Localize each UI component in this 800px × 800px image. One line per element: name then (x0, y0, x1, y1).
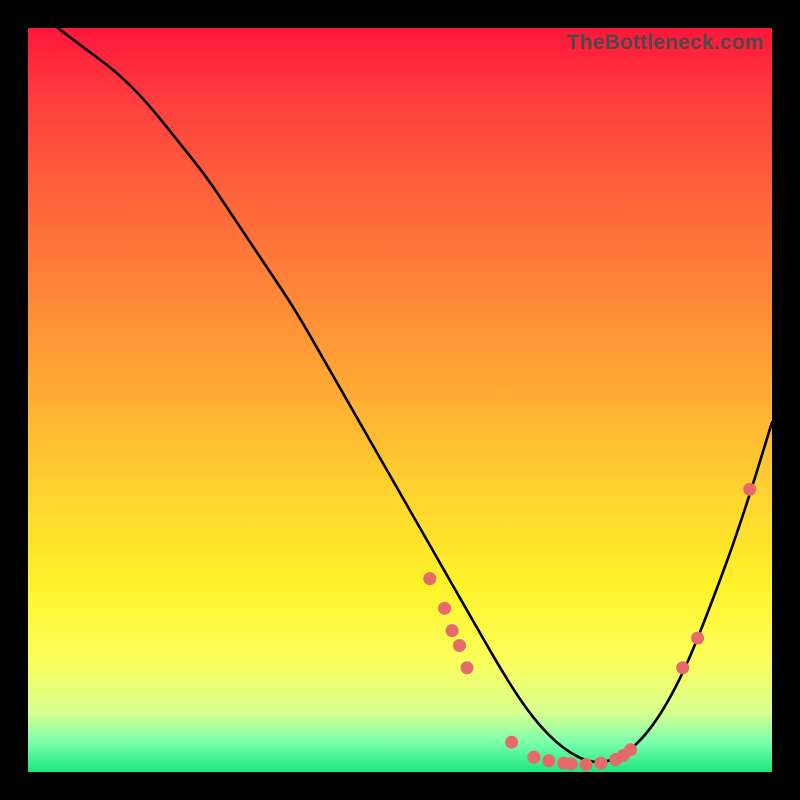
marker-dot (505, 736, 518, 749)
marker-dot (594, 757, 607, 770)
marker-dot (580, 758, 593, 771)
marker-dot (438, 602, 451, 615)
curve-markers (423, 483, 756, 771)
marker-dot (691, 632, 704, 645)
marker-dot (461, 661, 474, 674)
marker-dot (676, 661, 689, 674)
chart-frame: TheBottleneck.com (28, 28, 772, 772)
marker-dot (542, 754, 555, 767)
marker-dot (423, 572, 436, 585)
plot-area: TheBottleneck.com (28, 28, 772, 772)
bottleneck-curve (58, 28, 772, 762)
marker-dot (743, 483, 756, 496)
marker-dot (446, 624, 459, 637)
marker-dot (565, 757, 578, 770)
marker-dot (453, 639, 466, 652)
chart-svg (28, 28, 772, 772)
marker-dot (527, 751, 540, 764)
watermark-text: TheBottleneck.com (567, 31, 764, 55)
marker-dot (624, 743, 637, 756)
